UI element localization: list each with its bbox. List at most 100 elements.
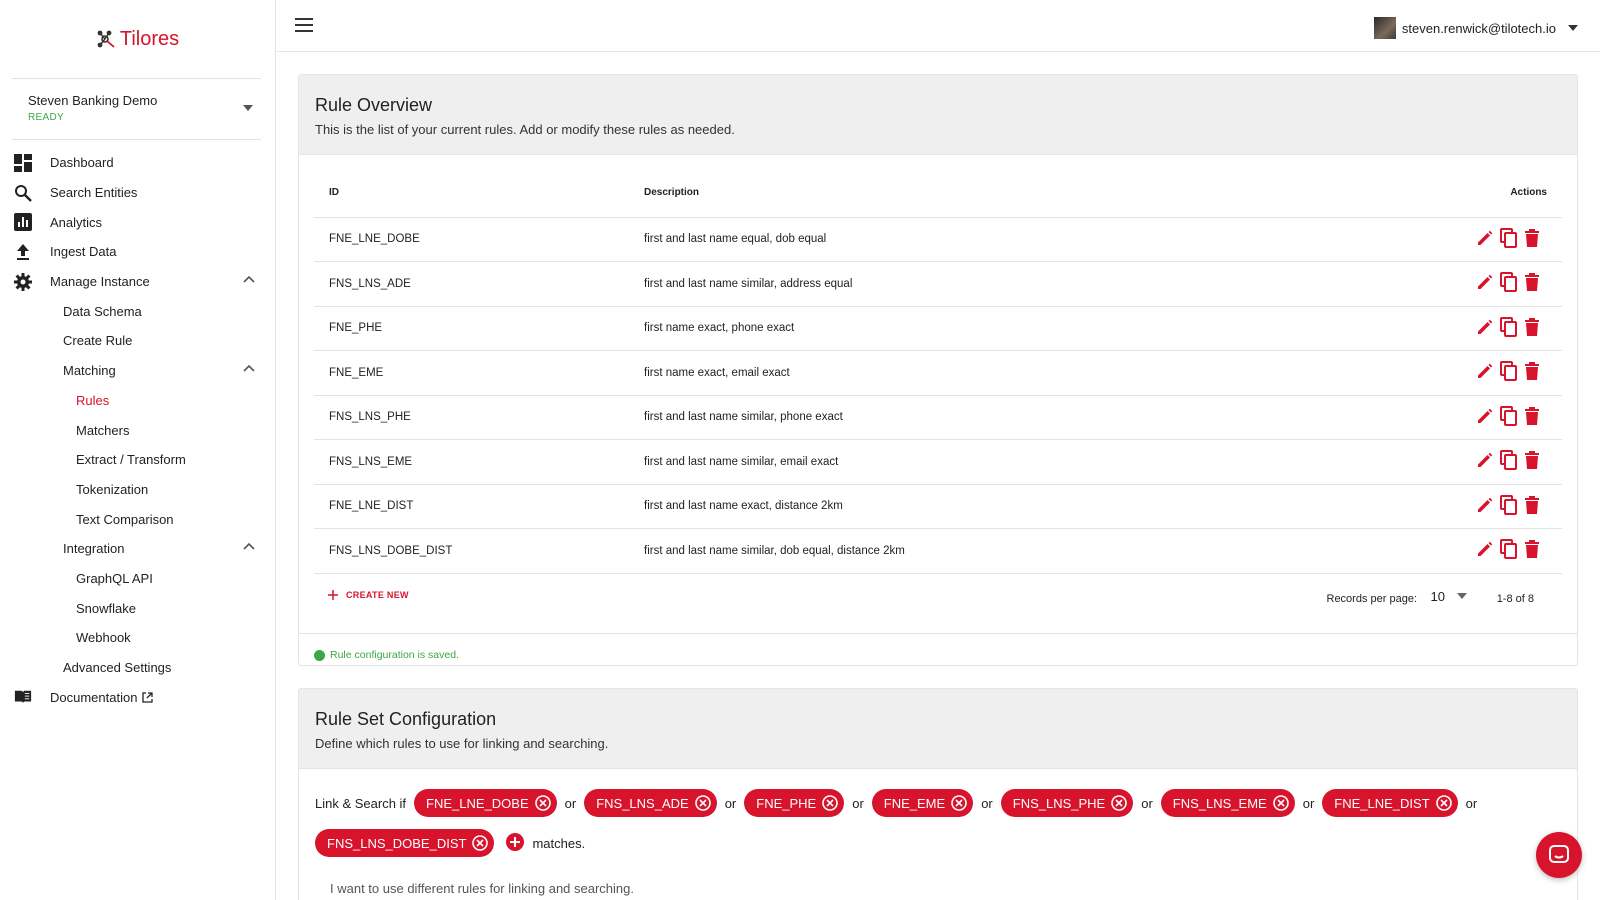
rule-chip-label: FNS_LNS_PHE (1012, 795, 1106, 811)
table-row: FNE_EME first name exact, email exact (314, 350, 1562, 396)
sidebar-item-dashboard[interactable]: Dashboard (0, 148, 275, 178)
table-header-row: ID Description Actions (314, 169, 1562, 218)
remove-chip-icon[interactable] (1272, 795, 1289, 811)
delete-rule-button[interactable] (1524, 540, 1540, 561)
sidebar-item-matching[interactable]: Matching (0, 356, 275, 386)
rule-chip[interactable]: FNE_LNE_DIST (1322, 789, 1458, 817)
duplicate-rule-button[interactable] (1500, 316, 1518, 340)
delete-icon (1525, 362, 1539, 381)
remove-chip-icon[interactable] (472, 835, 489, 851)
card-title: Rule Set Configuration (315, 709, 497, 729)
remove-chip-icon[interactable] (1111, 795, 1128, 811)
chevron-up-icon (243, 364, 255, 372)
column-header-id: ID (314, 169, 644, 218)
instance-name: Steven Banking Demo (28, 93, 158, 108)
instance-selector[interactable]: Steven Banking Demo READY (0, 79, 275, 139)
rule-actions (1322, 217, 1562, 262)
sidebar-item-snowflake[interactable]: Snowflake (0, 593, 275, 623)
sidebar-item-label: Rules (76, 392, 110, 408)
remove-chip-icon[interactable] (1435, 795, 1452, 811)
duplicate-rule-button[interactable] (1500, 405, 1518, 429)
sidebar-item-tokenization[interactable]: Tokenization (0, 475, 275, 505)
delete-rule-button[interactable] (1524, 317, 1540, 339)
rule-description: first and last name similar, address equ… (644, 261, 1323, 307)
user-menu[interactable]: steven.renwick@tilotech.io (1373, 17, 1578, 39)
rule-id: FNS_LNS_ADE (314, 261, 644, 307)
different-rules-option[interactable]: I want to use different rules for linkin… (315, 881, 1561, 896)
duplicate-rule-button[interactable] (1500, 494, 1518, 518)
rule-chip[interactable]: FNE_PHE (744, 789, 845, 817)
sidebar-item-rules[interactable]: Rules (0, 386, 275, 416)
rule-id: FNE_LNE_DOBE (314, 217, 644, 262)
sidebar-item-webhook[interactable]: Webhook (0, 623, 275, 653)
user-email: steven.renwick@tilotech.io (1401, 20, 1556, 36)
delete-rule-button[interactable] (1524, 495, 1540, 517)
rule-chip[interactable]: FNS_LNS_PHE (1000, 789, 1134, 817)
duplicate-rule-button[interactable] (1500, 227, 1518, 251)
sidebar-item-extract-transform[interactable]: Extract / Transform (0, 445, 275, 475)
sidebar-item-search-entities[interactable]: Search Entities (0, 178, 275, 208)
sidebar-item-label: Text Comparison (76, 511, 174, 527)
rule-chip-label: FNS_LNS_ADE (596, 795, 689, 811)
sidebar-item-data-schema[interactable]: Data Schema (0, 296, 275, 326)
card-subtitle: This is the list of your current rules. … (315, 122, 735, 137)
delete-rule-button[interactable] (1524, 362, 1540, 383)
hamburger-menu-icon[interactable] (295, 18, 313, 32)
delete-rule-button[interactable] (1524, 273, 1540, 294)
sidebar-item-label: Tokenization (76, 481, 149, 497)
remove-chip-icon[interactable] (534, 795, 551, 811)
sidebar-item-manage-instance[interactable]: Manage Instance (0, 267, 275, 297)
create-new-label: CREATE NEW (346, 589, 409, 600)
rule-chip[interactable]: FNS_LNS_ADE (584, 789, 717, 817)
sidebar-item-create-rule[interactable]: Create Rule (0, 326, 275, 356)
sidebar-item-documentation[interactable]: Documentation (0, 682, 275, 712)
delete-rule-button[interactable] (1524, 451, 1540, 472)
remove-chip-icon[interactable] (694, 795, 711, 811)
delete-rule-button[interactable] (1524, 228, 1540, 250)
chat-button[interactable] (1536, 832, 1582, 878)
edit-rule-button[interactable] (1476, 451, 1494, 472)
logo[interactable]: Tilores (0, 0, 275, 78)
or-joiner: or (724, 795, 737, 811)
sidebar-item-matchers[interactable]: Matchers (0, 415, 275, 445)
caret-down-icon (1457, 593, 1467, 599)
sidebar-item-graphql-api[interactable]: GraphQL API (0, 564, 275, 594)
edit-rule-button[interactable] (1476, 318, 1494, 339)
edit-rule-button[interactable] (1476, 407, 1494, 428)
duplicate-rule-button[interactable] (1500, 361, 1518, 384)
top-bar: steven.renwick@tilotech.io (277, 0, 1600, 52)
duplicate-rule-button[interactable] (1500, 450, 1518, 473)
sidebar-item-label: Analytics (50, 214, 103, 230)
edit-rule-button[interactable] (1476, 540, 1494, 561)
plus-icon (328, 589, 338, 600)
add-rule-button[interactable] (506, 832, 525, 854)
rule-chip-label: FNS_LNS_DOBE_DIST (327, 835, 467, 851)
edit-rule-button[interactable] (1476, 496, 1494, 517)
delete-rule-button[interactable] (1524, 406, 1540, 428)
sidebar-item-label: Matchers (76, 422, 130, 438)
remove-chip-icon[interactable] (822, 795, 839, 811)
rule-description: first and last name similar, email exact (644, 439, 1323, 485)
rule-actions (1322, 350, 1562, 396)
sidebar-item-advanced-settings[interactable]: Advanced Settings (0, 653, 275, 683)
records-per-page-select[interactable]: 10 (1431, 589, 1467, 604)
edit-rule-button[interactable] (1476, 362, 1494, 383)
edit-rule-button[interactable] (1476, 229, 1494, 250)
duplicate-rule-button[interactable] (1500, 539, 1518, 562)
rule-chip[interactable]: FNS_LNS_EME (1160, 789, 1295, 817)
sidebar-item-label: Extract / Transform (76, 452, 186, 468)
duplicate-rule-button[interactable] (1500, 272, 1518, 295)
rule-chip[interactable]: FNS_LNS_DOBE_DIST (315, 829, 495, 857)
sidebar-item-integration[interactable]: Integration (0, 534, 275, 564)
edit-rule-button[interactable] (1476, 273, 1494, 294)
create-new-button[interactable]: CREATE NEW (328, 589, 409, 600)
rule-chip[interactable]: FNE_LNE_DOBE (414, 789, 557, 817)
rule-chip[interactable]: FNE_EME (871, 789, 974, 817)
sidebar-item-label: GraphQL API (76, 570, 153, 586)
table-footer: CREATE NEW Records per page: 10 1-8 of 8 (314, 574, 1562, 626)
remove-chip-icon[interactable] (951, 795, 967, 811)
rule-actions (1322, 484, 1562, 529)
sidebar-item-analytics[interactable]: Analytics (0, 207, 275, 237)
sidebar-item-ingest-data[interactable]: Ingest Data (0, 237, 275, 267)
sidebar-item-text-comparison[interactable]: Text Comparison (0, 504, 275, 534)
